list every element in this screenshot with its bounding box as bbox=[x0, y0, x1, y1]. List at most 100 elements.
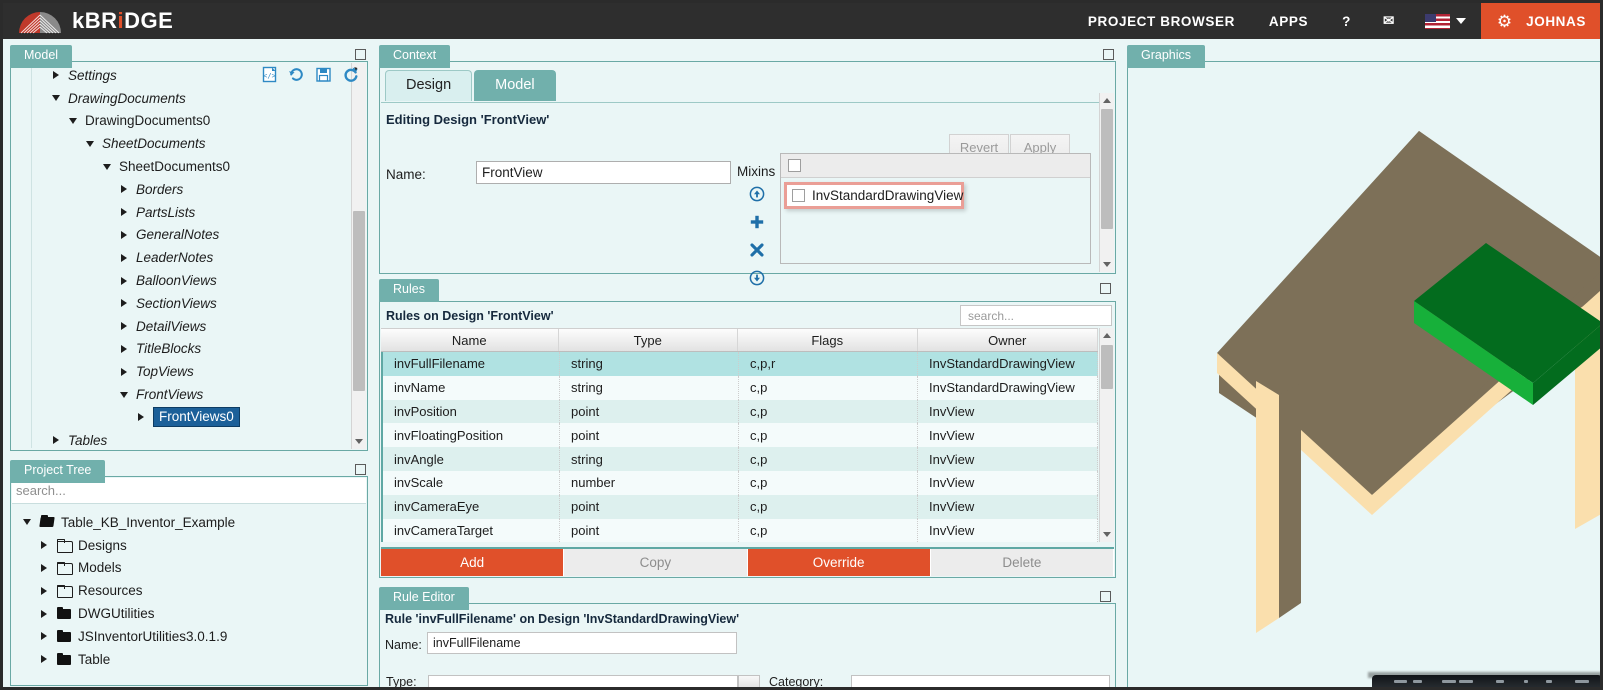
chevron-right-icon[interactable] bbox=[117, 299, 131, 307]
model-tree-item[interactable]: TitleBlocks bbox=[32, 338, 345, 361]
mail-icon[interactable]: ✉ bbox=[1368, 3, 1410, 39]
delete-button[interactable]: Delete bbox=[930, 549, 1114, 576]
project-tree-item[interactable]: Table bbox=[12, 648, 366, 671]
chevron-down-icon[interactable] bbox=[49, 95, 63, 101]
scrollbar-thumb[interactable] bbox=[1101, 109, 1113, 229]
rules-column-header[interactable]: Name bbox=[381, 329, 559, 351]
rule-category-input[interactable] bbox=[851, 675, 1110, 687]
project-panel-minimize-button[interactable] bbox=[355, 464, 366, 475]
model-tree-item[interactable]: GeneralNotes bbox=[32, 224, 345, 247]
copy-button[interactable]: Copy bbox=[564, 549, 748, 576]
rules-column-header[interactable]: Type bbox=[559, 329, 738, 351]
model-tree-item[interactable]: FrontViews0 bbox=[32, 406, 345, 429]
panel-tab-rules[interactable]: Rules bbox=[379, 279, 439, 302]
chevron-right-icon[interactable] bbox=[117, 208, 131, 216]
chevron-right-icon[interactable] bbox=[37, 632, 51, 640]
chevron-right-icon[interactable] bbox=[117, 345, 131, 353]
scroll-up-arrow[interactable] bbox=[1100, 328, 1114, 343]
table-row[interactable]: invPosition point c,p InvView bbox=[383, 399, 1098, 424]
rules-search-box[interactable] bbox=[960, 305, 1112, 326]
chevron-down-icon[interactable] bbox=[83, 141, 97, 147]
panel-tab-project-tree[interactable]: Project Tree bbox=[10, 460, 106, 483]
override-button[interactable]: Override bbox=[747, 549, 931, 576]
rules-search-input[interactable] bbox=[966, 307, 1106, 324]
remove-icon[interactable] bbox=[749, 242, 765, 258]
user-menu[interactable]: ⚙ JOHNAS bbox=[1480, 3, 1600, 39]
context-panel-minimize-button[interactable] bbox=[1103, 49, 1114, 60]
rules-column-header[interactable]: Owner bbox=[918, 329, 1098, 351]
tab-design[interactable]: Design bbox=[385, 70, 473, 101]
project-tree-item[interactable]: JSInventorUtilities3.0.1.9 bbox=[12, 625, 366, 648]
model-tree-item[interactable]: DetailViews bbox=[32, 315, 345, 338]
table-row[interactable]: invFullFilename string c,p,r InvStandardDra… bbox=[383, 352, 1098, 376]
chevron-down-icon[interactable] bbox=[20, 519, 34, 525]
table-row[interactable]: invCameraEye point c,p InvView bbox=[383, 494, 1098, 519]
chevron-right-icon[interactable] bbox=[117, 277, 131, 285]
table-row[interactable]: invScale number c,p InvView bbox=[383, 470, 1098, 495]
language-selector[interactable] bbox=[1410, 3, 1481, 39]
model-tree-item[interactable]: LeaderNotes bbox=[32, 246, 345, 269]
refresh-icon[interactable] bbox=[342, 66, 359, 83]
scroll-down-arrow[interactable] bbox=[352, 434, 366, 449]
save-icon[interactable] bbox=[315, 66, 332, 83]
toolbar-icon-7[interactable] bbox=[1546, 680, 1552, 683]
chevron-right-icon[interactable] bbox=[117, 254, 131, 262]
graphics-panel[interactable] bbox=[1127, 61, 1600, 687]
model-panel-minimize-button[interactable] bbox=[355, 49, 366, 60]
chevron-down-icon[interactable] bbox=[100, 164, 114, 170]
chevron-right-icon[interactable] bbox=[117, 231, 131, 239]
nav-project-browser[interactable]: PROJECT BROWSER bbox=[1071, 3, 1252, 39]
model-tree-item[interactable]: DrawingDocuments bbox=[32, 87, 345, 110]
model-tree-item[interactable]: PartsLists bbox=[32, 201, 345, 224]
history-icon[interactable] bbox=[288, 66, 305, 83]
rule-type-input[interactable] bbox=[428, 675, 738, 687]
model-tree-scrollbar[interactable] bbox=[351, 63, 366, 449]
nav-help[interactable]: ? bbox=[1325, 3, 1368, 39]
chevron-right-icon[interactable] bbox=[117, 185, 131, 193]
toolbar-icon-8[interactable] bbox=[1575, 680, 1589, 683]
chevron-down-icon[interactable] bbox=[117, 392, 131, 398]
scroll-down-arrow[interactable] bbox=[1100, 257, 1114, 272]
add-button[interactable]: Add bbox=[381, 549, 565, 576]
add-icon[interactable] bbox=[749, 214, 765, 230]
toolbar-icon-3[interactable] bbox=[1442, 680, 1456, 683]
rule-type-dropdown[interactable] bbox=[738, 675, 760, 687]
scroll-down-arrow[interactable] bbox=[1100, 527, 1114, 542]
graphics-3d-viewport[interactable] bbox=[1129, 63, 1600, 687]
panel-tab-rule-editor[interactable]: Rule Editor bbox=[379, 587, 469, 610]
context-scrollbar[interactable] bbox=[1099, 93, 1114, 272]
chevron-right-icon[interactable] bbox=[37, 655, 51, 663]
tab-model[interactable]: Model bbox=[474, 70, 556, 101]
move-down-icon[interactable] bbox=[749, 270, 765, 286]
chevron-right-icon[interactable] bbox=[49, 71, 63, 79]
scroll-up-arrow[interactable] bbox=[1100, 93, 1114, 108]
model-tree-item[interactable]: DrawingDocuments0 bbox=[32, 110, 345, 133]
table-row[interactable]: invCameraTarget point c,p InvView bbox=[383, 518, 1098, 542]
rules-scrollbar[interactable] bbox=[1099, 328, 1114, 542]
chevron-right-icon[interactable] bbox=[37, 564, 51, 572]
model-tree-item[interactable]: Borders bbox=[32, 178, 345, 201]
panel-tab-model[interactable]: Model bbox=[10, 45, 73, 68]
model-tree-item[interactable]: SectionViews bbox=[32, 292, 345, 315]
chevron-right-icon[interactable] bbox=[37, 587, 51, 595]
model-tree-item[interactable]: TopViews bbox=[32, 360, 345, 383]
model-tree-item[interactable]: BalloonViews bbox=[32, 269, 345, 292]
table-row[interactable]: invName string c,p InvStandardDrawingView bbox=[383, 375, 1098, 400]
toolbar-icon-1[interactable] bbox=[1394, 680, 1407, 683]
panel-tab-context[interactable]: Context bbox=[379, 45, 451, 68]
move-up-icon[interactable] bbox=[749, 186, 765, 202]
viewport-toolbar[interactable] bbox=[1372, 675, 1600, 687]
project-tree-item[interactable]: Resources bbox=[12, 579, 366, 602]
model-tree-item[interactable]: SheetDocuments bbox=[32, 132, 345, 155]
project-tree-item[interactable]: Designs bbox=[12, 534, 366, 557]
brand-logo[interactable]: kBRiDGE bbox=[3, 8, 173, 34]
project-tree-item[interactable]: Models bbox=[12, 557, 366, 580]
toolbar-icon-4[interactable] bbox=[1459, 680, 1473, 683]
table-row[interactable]: invFloatingPosition point c,p InvView bbox=[383, 423, 1098, 448]
project-tree-item[interactable]: Table_KB_Inventor_Example bbox=[12, 511, 366, 534]
table-row[interactable]: invAngle string c,p InvView bbox=[383, 447, 1098, 471]
chevron-right-icon[interactable] bbox=[37, 610, 51, 618]
model-tree-item[interactable]: SheetDocuments0 bbox=[32, 155, 345, 178]
project-search-input[interactable] bbox=[14, 479, 366, 502]
chevron-down-icon[interactable] bbox=[66, 118, 80, 124]
